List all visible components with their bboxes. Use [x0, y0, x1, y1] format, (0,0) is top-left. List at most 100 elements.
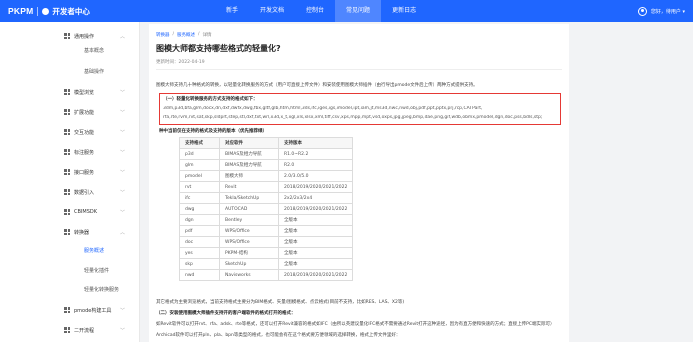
- breadcrumb: 转换器 / 服务概述 / 详情: [156, 32, 212, 38]
- sidebar-item-general[interactable]: 通用操作 ︿: [0, 30, 140, 42]
- table-cell: 2018/2019/2020/2021/2022: [277, 181, 354, 193]
- sidebar-item-label: 转换器: [74, 229, 90, 236]
- table-cell: PKPM-结构: [219, 247, 279, 259]
- table-row: nwd Navisworks 2018/2019/2020/2021/2022: [179, 269, 354, 281]
- page-title: 图模大师都支持哪些格式的轻量化?: [156, 44, 281, 53]
- breadcrumb-overview[interactable]: 服务概述: [177, 32, 195, 38]
- sidebar-subitem-plugin[interactable]: 轻量化插件: [0, 266, 140, 277]
- brand-divider: [37, 6, 39, 16]
- sidebar-item-extensions[interactable]: 扩展功能 ﹀: [0, 106, 140, 118]
- chevron-down-icon: ﹀: [120, 110, 126, 116]
- site-title: 开发者中心: [52, 6, 90, 16]
- table-cell: glm: [179, 159, 220, 171]
- sidebar-item-interaction[interactable]: 交互功能 ﹀: [0, 126, 140, 138]
- user-menu[interactable]: 您好，待用户 ▾: [637, 0, 685, 22]
- table-row: yes PKPM-结构 全版本: [179, 247, 354, 259]
- table-cell: 全版本: [277, 258, 354, 270]
- table-cell: pmodel: [179, 170, 220, 182]
- table-cell: skp: [179, 258, 220, 270]
- table-row: dgn Bentley 全版本: [179, 214, 354, 226]
- table-header-cell: 支持格式: [179, 137, 220, 149]
- format-list-line: 3dm,p3d,bfa,glm,docx,dn,dxf,dwfx,dwg,fbx…: [163, 106, 483, 111]
- sidebar-item-cbimsdk[interactable]: CBIMSDK ﹀: [0, 206, 140, 218]
- table-cell: WPS/Office: [219, 225, 279, 237]
- table-cell: Bentley: [219, 214, 279, 226]
- main-nav: 新手 开发文档 控制台 常见问题 更新日志: [215, 0, 427, 22]
- chevron-down-icon: ﹀: [120, 190, 126, 196]
- sidebar-item-converter[interactable]: 转换器 ︿: [0, 226, 140, 238]
- sidebar-subitem-concepts[interactable]: 基本概念: [0, 46, 140, 57]
- sidebar-item-label: CBIMSDK: [74, 209, 98, 215]
- table-cell: 2x2/2x3/2x4: [277, 192, 354, 204]
- sidebar-item-label: 二开流程: [74, 327, 95, 334]
- sidebar-item-model-browse[interactable]: 模型浏览 ﹀: [0, 86, 140, 98]
- table-cell: 2.0/3.0/5.0: [277, 170, 354, 182]
- table-row: doc WPS/Office 全版本: [179, 236, 354, 248]
- chevron-down-icon: ﹀: [120, 210, 126, 216]
- sidebar-item-data-import[interactable]: 数据引入 ﹀: [0, 186, 140, 198]
- format-table: 支持格式 对应软件 支持版本 p3d BIMAS及相力导航 R1.0~R2.2 gl…: [179, 137, 354, 281]
- sidebar-subitem-basic-ops[interactable]: 基础操作: [0, 67, 140, 78]
- nav-item-docs[interactable]: 开发文档: [249, 0, 295, 22]
- nav-item-changelog[interactable]: 更新日志: [381, 0, 427, 22]
- grid-icon: [64, 149, 70, 155]
- sidebar-item-dev-flow[interactable]: 二开流程 ﹀: [0, 324, 140, 336]
- table-cell: 全版本: [277, 236, 354, 248]
- table-cell: rvt: [179, 181, 220, 193]
- sidebar-item-annotation[interactable]: 标注服务 ﹀: [0, 146, 140, 158]
- table-cell: R2.0: [277, 159, 354, 171]
- nav-item-faq[interactable]: 常见问题: [335, 0, 382, 22]
- sidebar-item-pmode-tool[interactable]: pmode构建工具 ﹀: [0, 304, 140, 316]
- table-row: skp SketchUp 全版本: [179, 258, 354, 270]
- grid-icon: [64, 169, 70, 175]
- grid-icon: [64, 327, 70, 333]
- table-cell: Tekla/SketchUp: [219, 192, 279, 204]
- user-name: 您好，待用户 ▾: [650, 8, 685, 15]
- chevron-down-icon: ﹀: [120, 308, 126, 314]
- updated-time: 更新时间：2022-04-19: [156, 60, 205, 65]
- nav-item-console[interactable]: 控制台: [295, 0, 335, 22]
- sidebar-subitem-overview[interactable]: 服务概述: [0, 246, 140, 257]
- nav-item-newbie[interactable]: 新手: [215, 0, 249, 22]
- grid-icon: [64, 33, 70, 39]
- chevron-down-icon: ﹀: [120, 130, 126, 136]
- table-heading: 种中当前仅在支持的格式及支持的版本（优先推荐绿）: [159, 129, 267, 134]
- sidebar-item-label: 标注服务: [74, 149, 95, 156]
- sidebar-item-label: 通用操作: [74, 33, 95, 40]
- logo: PKPM: [8, 6, 34, 16]
- table-cell: nwd: [179, 269, 220, 281]
- format-list-line: rfa,rte,rvm,rvt,sat,skp,sldprt,step,stl,…: [163, 115, 543, 120]
- table-cell: 全版本: [277, 225, 354, 237]
- grid-icon: [64, 209, 70, 215]
- brand[interactable]: PKPM 开发者中心: [0, 0, 90, 22]
- sidebar-item-api[interactable]: 接口服务 ﹀: [0, 166, 140, 178]
- table-cell: yes: [179, 247, 220, 259]
- table-row: ifc Tekla/SketchUp 2x2/2x3/2x4: [179, 192, 354, 204]
- table-cell: 图模大师: [219, 170, 279, 182]
- table-cell: BIMAS及相力导航: [219, 159, 279, 171]
- table-cell: Navisworks: [219, 269, 279, 281]
- note-paragraph: Archicad软件可以打开pln、pla、bpn等类型的格式，也可能会有在这个…: [156, 333, 401, 338]
- sidebar-item-label: 模型浏览: [74, 89, 95, 96]
- highlight-box: （一）轻量化转换服务的方式支持的格式如下： 3dm,p3d,bfa,glm,do…: [159, 93, 561, 125]
- table-header-cell: 支持版本: [277, 137, 354, 149]
- table-cell: p3d: [179, 148, 220, 160]
- table-cell: 全版本: [277, 247, 354, 259]
- brand-mark-icon: [42, 7, 50, 15]
- table-cell: doc: [179, 236, 220, 248]
- table-cell: 全版本: [277, 214, 354, 226]
- table-cell: 2018/2019/2020/2021/2022: [277, 203, 354, 215]
- breadcrumb-separator: /: [198, 32, 200, 37]
- table-row: pmodel 图模大师 2.0/3.0/5.0: [179, 170, 354, 182]
- intro-paragraph: 图模大师支持几十种格式的转换，以轻量化转换服务的方式（用户可直接上传文件）和安装…: [156, 83, 478, 88]
- sidebar-item-label: 数据引入: [74, 189, 95, 196]
- table-row: dwg AUTOCAD 2018/2019/2020/2021/2022: [179, 203, 354, 215]
- table-cell: SketchUp: [219, 258, 279, 270]
- user-avatar-icon: [637, 6, 647, 16]
- sidebar-item-label: pmode构建工具: [74, 307, 112, 314]
- breadcrumb-converter[interactable]: 转换器: [156, 32, 170, 38]
- table-cell: WPS/Office: [219, 236, 279, 248]
- sidebar-subitem-convert-service[interactable]: 轻量化转换服务: [0, 285, 140, 296]
- chevron-down-icon: ﹀: [120, 170, 126, 176]
- top-navbar: PKPM 开发者中心 新手 开发文档 控制台 常见问题 更新日志 您好，待用户 …: [0, 0, 693, 22]
